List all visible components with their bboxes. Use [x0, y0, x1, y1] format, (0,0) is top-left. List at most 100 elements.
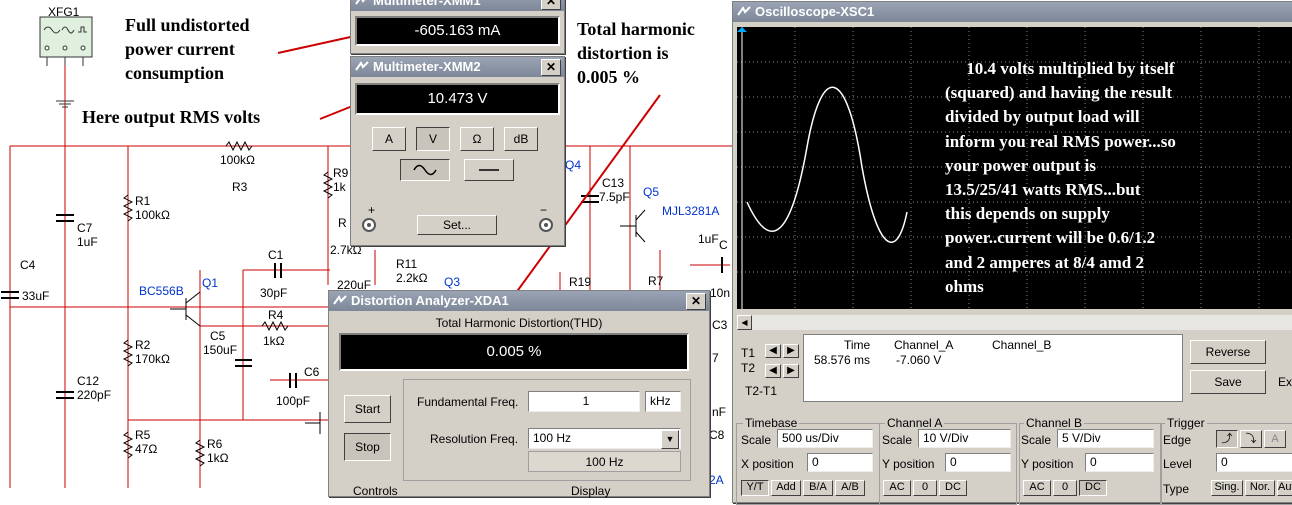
channel-b-ypos-input[interactable]: 0 [1085, 453, 1154, 472]
multisim-icon [355, 61, 369, 71]
start-button[interactable]: Start [344, 395, 391, 423]
channel-b-scale-label: Scale [1021, 433, 1052, 447]
channel-a-value: -7.060 V [896, 353, 942, 367]
stop-button[interactable]: Stop [344, 433, 391, 461]
yt-button[interactable]: Y/T [741, 480, 769, 496]
res-freq-select[interactable]: 100 Hz ▼ [528, 428, 681, 449]
r5-value: 47Ω [135, 442, 158, 456]
multimeter-xmm1-title: Multimeter-XMM1 [373, 0, 481, 8]
close-icon[interactable]: ✕ [686, 293, 706, 310]
timebase-scale-input[interactable]: 500 us/Div [777, 429, 873, 448]
channel-b-title: Channel B [1024, 416, 1085, 430]
thd-display: 0.005 % [339, 333, 689, 371]
trigger-a-button[interactable]: A [1264, 430, 1286, 448]
c1-value: 30pF [260, 286, 288, 300]
channel-b-ac-button[interactable]: AC [1023, 480, 1051, 496]
x-position-input[interactable]: 0 [807, 453, 873, 472]
close-icon[interactable]: ✕ [541, 59, 561, 76]
multimeter-xmm1-display: -605.163 mA [355, 16, 560, 46]
plus-terminal-icon[interactable] [361, 217, 377, 233]
q4-ref: Q4 [565, 158, 582, 172]
c-c: C [719, 238, 728, 252]
add-button[interactable]: Add [771, 480, 801, 496]
channel-a-ypos-input[interactable]: 0 [945, 453, 1011, 472]
c13-value: 7.5pF [599, 190, 630, 204]
multimeter-xmm1-window: Multimeter-XMM1 ✕ -605.163 mA [350, 0, 565, 54]
oscilloscope-title: Oscilloscope-XSC1 [755, 4, 875, 19]
multisim-icon [355, 0, 366, 5]
fund-freq-unit[interactable]: kHz [645, 391, 681, 412]
t1-left-icon[interactable]: ◀ [765, 344, 781, 358]
r9-value: 1k [333, 180, 346, 194]
c8-ref: C8 [709, 428, 725, 442]
trigger-type-label: Type [1163, 482, 1190, 496]
multimeter-xmm1-titlebar[interactable]: Multimeter-XMM1 ✕ [351, 0, 564, 11]
fund-freq-label: Fundamental Freq. [417, 395, 519, 409]
mode-a-button[interactable]: A [372, 127, 406, 151]
save-button[interactable]: Save [1190, 370, 1266, 394]
x-position-label: X position [741, 457, 794, 471]
trigger-level-label: Level [1163, 457, 1192, 471]
channel-b-dc-button[interactable]: DC [1079, 480, 1107, 496]
display-label: Display [571, 484, 611, 498]
ac-mode-button[interactable] [400, 159, 450, 181]
scope-screen: 10.4 volts multiplied by itself (squared… [737, 27, 1292, 309]
scope-scrollbar[interactable]: ◀ [737, 315, 1292, 330]
normal-button[interactable]: Nor. [1245, 480, 1275, 496]
r-part-ref: R [338, 216, 347, 230]
r19-ref: R19 [569, 275, 592, 289]
q1-ref: Q1 [202, 276, 219, 290]
reverse-button[interactable]: Reverse [1190, 340, 1266, 364]
r1-ref: R1 [135, 194, 151, 208]
channel-a-dc-button[interactable]: DC [939, 480, 967, 496]
close-icon[interactable]: ✕ [541, 0, 561, 10]
channel-b-ypos-label: Y position [1021, 457, 1074, 471]
distortion-analyzer-titlebar[interactable]: Distortion Analyzer-XDA1 ✕ [329, 291, 709, 311]
channel-a-zero-button[interactable]: 0 [913, 480, 937, 496]
mode-v-button[interactable]: V [416, 127, 450, 151]
c1-ref: C1 [268, 248, 284, 262]
multimeter-xmm2-titlebar[interactable]: Multimeter-XMM2 ✕ [351, 57, 564, 77]
r2-ref: R2 [135, 338, 151, 352]
res-freq-value: 100 Hz [533, 431, 572, 445]
channel-a-title: Channel A [885, 416, 945, 430]
oscilloscope-titlebar[interactable]: Oscilloscope-XSC1 [733, 2, 1292, 22]
c5-ref: C5 [210, 329, 226, 343]
mode-ohm-button[interactable]: Ω [460, 127, 494, 151]
channel-b-scale-input[interactable]: 5 V/Div [1057, 429, 1154, 448]
fund-freq-input[interactable]: 1 [528, 391, 640, 412]
channel-a-scale-input[interactable]: 10 V/Div [918, 429, 1011, 448]
auto-button[interactable]: Auto [1277, 480, 1292, 496]
rising-edge-icon[interactable]: ⤴ [1216, 430, 1238, 448]
channel-a-ac-button[interactable]: AC [883, 480, 911, 496]
mode-db-button[interactable]: dB [504, 127, 538, 151]
t2-right-icon[interactable]: ▶ [783, 364, 799, 378]
c6-ref: C6 [304, 365, 320, 379]
t2-left-icon[interactable]: ◀ [765, 364, 781, 378]
timebase-title: Timebase [743, 416, 800, 430]
note-power-current: Full undistorted power current consumpti… [125, 15, 250, 83]
r11-value: 2.2kΩ [396, 271, 428, 285]
ba-button[interactable]: B/A [803, 480, 833, 496]
trigger-level-input[interactable]: 0 [1216, 453, 1292, 472]
dc-mode-button[interactable] [464, 159, 514, 181]
channel-b-zero-button[interactable]: 0 [1053, 480, 1077, 496]
note-thd: Total harmonic distortion is 0.005 % [577, 19, 695, 87]
set-button[interactable]: Set... [417, 215, 497, 235]
falling-edge-icon[interactable]: ⤵ [1240, 430, 1262, 448]
c12-value: 220pF [77, 388, 112, 402]
q1-type: BC556B [139, 284, 184, 298]
dc-line-icon [479, 169, 499, 171]
scroll-left-icon[interactable]: ◀ [737, 315, 752, 330]
single-button[interactable]: Sing. [1211, 480, 1243, 496]
cursor-readout-panel: Time Channel_A Channel_B 58.576 ms -7.06… [803, 334, 1183, 402]
minus-terminal-icon[interactable] [538, 217, 554, 233]
c3-7: 7 [712, 351, 719, 365]
ab-button[interactable]: A/B [835, 480, 865, 496]
chevron-down-icon[interactable]: ▼ [661, 430, 679, 449]
r3-value: 100kΩ [220, 153, 255, 167]
r2-value: 170kΩ [135, 352, 170, 366]
timebase-scale-label: Scale [741, 433, 772, 447]
c-1uf: 1uF [698, 232, 719, 246]
t1-right-icon[interactable]: ▶ [783, 344, 799, 358]
